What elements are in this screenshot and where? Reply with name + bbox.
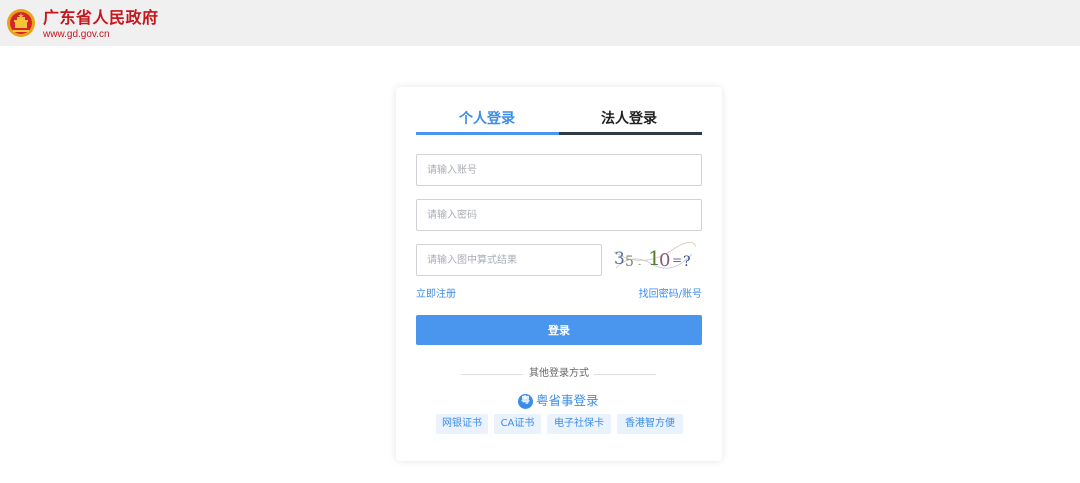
captcha-input[interactable] bbox=[416, 244, 602, 276]
ca-certificate-button[interactable]: CA证书 bbox=[494, 414, 541, 434]
divider-right bbox=[594, 374, 656, 375]
other-methods-label: 其他登录方式 bbox=[529, 368, 589, 379]
tab-personal-login[interactable]: 个人登录 bbox=[416, 109, 558, 129]
national-emblem-icon bbox=[7, 9, 35, 37]
svg-text:5: 5 bbox=[625, 254, 634, 270]
yss-login-label: 粤省事登录 bbox=[536, 393, 599, 408]
site-url[interactable]: www.gd.gov.cn bbox=[43, 29, 110, 41]
iam-smart-button[interactable]: 香港智方便 bbox=[617, 414, 683, 434]
yss-app-icon: 粤 bbox=[518, 393, 533, 409]
yss-login-button[interactable]: 粤 粤省事登录 bbox=[518, 392, 599, 410]
svg-text:-: - bbox=[638, 260, 641, 270]
tab-legal-person-login[interactable]: 法人登录 bbox=[558, 109, 700, 129]
e-social-security-card-button[interactable]: 电子社保卡 bbox=[547, 414, 611, 434]
bank-certificate-button[interactable]: 网银证书 bbox=[436, 414, 488, 434]
site-title[interactable]: 广东省人民政府 bbox=[43, 9, 159, 27]
divider-left bbox=[461, 374, 523, 375]
login-button[interactable]: 登录 bbox=[416, 315, 702, 345]
login-card: 个人登录 法人登录 3 5 - 1 0 = ? 立即注册 找回密码/账号 登录 … bbox=[396, 87, 722, 461]
forgot-password-link[interactable]: 找回密码/账号 bbox=[639, 289, 702, 301]
password-input[interactable] bbox=[416, 199, 702, 231]
tab-indicator-active bbox=[416, 132, 559, 135]
captcha-image[interactable]: 3 5 - 1 0 = ? bbox=[612, 242, 696, 276]
svg-text:?: ? bbox=[683, 254, 691, 270]
svg-text:=: = bbox=[672, 253, 682, 267]
account-input[interactable] bbox=[416, 154, 702, 186]
top-header-bar: 广东省人民政府 www.gd.gov.cn bbox=[0, 0, 1080, 46]
svg-text:0: 0 bbox=[659, 250, 670, 271]
tab-indicator-inactive bbox=[559, 132, 702, 135]
register-link[interactable]: 立即注册 bbox=[416, 289, 456, 301]
svg-text:3: 3 bbox=[614, 249, 625, 269]
